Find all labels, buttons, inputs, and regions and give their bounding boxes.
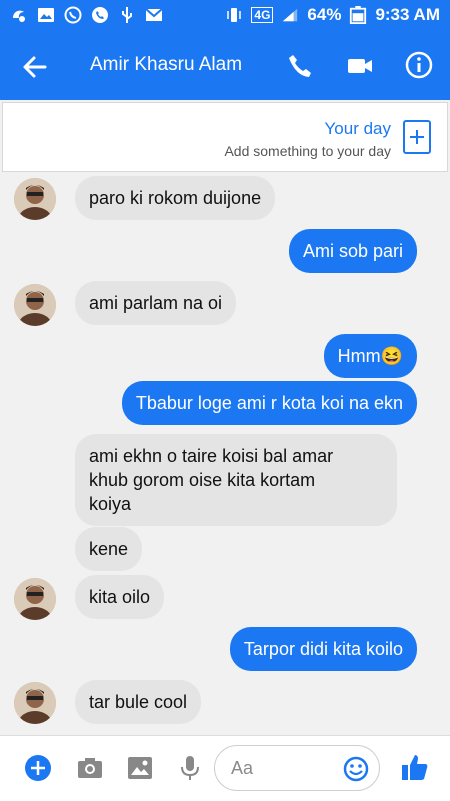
plus-icon[interactable] — [24, 754, 52, 782]
message-input-placeholder: Aa — [231, 758, 254, 778]
your-day-subtitle: Add something to your day — [224, 143, 391, 159]
message-bubble[interactable]: Hmm😆 — [323, 334, 417, 378]
info-icon[interactable] — [404, 50, 434, 80]
avatar[interactable] — [14, 682, 56, 724]
contact-name[interactable]: Amir Khasru Alam — [90, 54, 242, 76]
status-bar: 4G 64% 9:33 AM — [0, 0, 450, 32]
message-bubble[interactable]: ami parlam na oi — [75, 281, 237, 325]
status-bar-notifications — [10, 6, 163, 24]
usb-icon — [118, 6, 136, 24]
gallery-icon — [37, 6, 55, 24]
gmail-icon — [145, 6, 163, 24]
conversation-header: Amir Khasru Alam — [0, 32, 450, 100]
battery-percent: 64% — [307, 5, 342, 24]
avatar[interactable] — [14, 284, 56, 326]
message-input[interactable]: Aa — [214, 745, 380, 791]
message-bubble[interactable]: Tbabur loge ami r kota koi na ekn — [121, 381, 417, 425]
message-bubble[interactable]: paro ki rokom duijone — [75, 176, 276, 220]
emoji-icon[interactable] — [343, 756, 369, 782]
signal-icon — [281, 6, 299, 24]
your-day-card[interactable]: Your day Add something to your day — [2, 102, 448, 172]
battery-icon — [349, 6, 367, 24]
mic-icon[interactable] — [176, 754, 204, 782]
image-icon[interactable] — [126, 754, 154, 782]
message-line: khub gorom oise kita kortam — [89, 470, 316, 490]
camera-icon[interactable] — [76, 754, 104, 782]
message-bubble-multiline[interactable]: ami ekhn o taire koisi bal amar khub gor… — [75, 434, 397, 526]
message-bubble[interactable]: Tarpor didi kita koilo — [229, 627, 417, 671]
plus-icon — [410, 130, 424, 144]
message-bubble[interactable]: tar bule cool — [75, 680, 202, 724]
message-line: koiya — [89, 494, 132, 514]
message-bubble[interactable]: kene — [75, 527, 143, 571]
add-day-button[interactable] — [403, 120, 431, 154]
clock: 9:33 AM — [375, 5, 440, 24]
whatsapp-icon — [64, 6, 82, 24]
phone-icon[interactable] — [286, 52, 314, 80]
vibrate-icon — [225, 6, 243, 24]
message-bubble[interactable]: kita oilo — [75, 575, 165, 619]
avatar[interactable] — [14, 178, 56, 220]
like-icon[interactable] — [400, 752, 428, 780]
message-composer: Aa — [0, 735, 450, 801]
message-line: ami ekhn o taire koisi bal amar — [89, 446, 334, 466]
video-icon[interactable] — [346, 52, 374, 80]
uc-browser-icon — [10, 6, 28, 24]
network-type: 4G — [251, 7, 274, 23]
your-day-title: Your day — [324, 119, 391, 138]
phone-call-status-icon — [91, 6, 109, 24]
status-bar-system: 4G 64% 9:33 AM — [225, 5, 440, 25]
avatar[interactable] — [14, 578, 56, 620]
message-bubble[interactable]: Ami sob pari — [288, 229, 417, 273]
back-arrow-icon[interactable] — [20, 52, 50, 82]
